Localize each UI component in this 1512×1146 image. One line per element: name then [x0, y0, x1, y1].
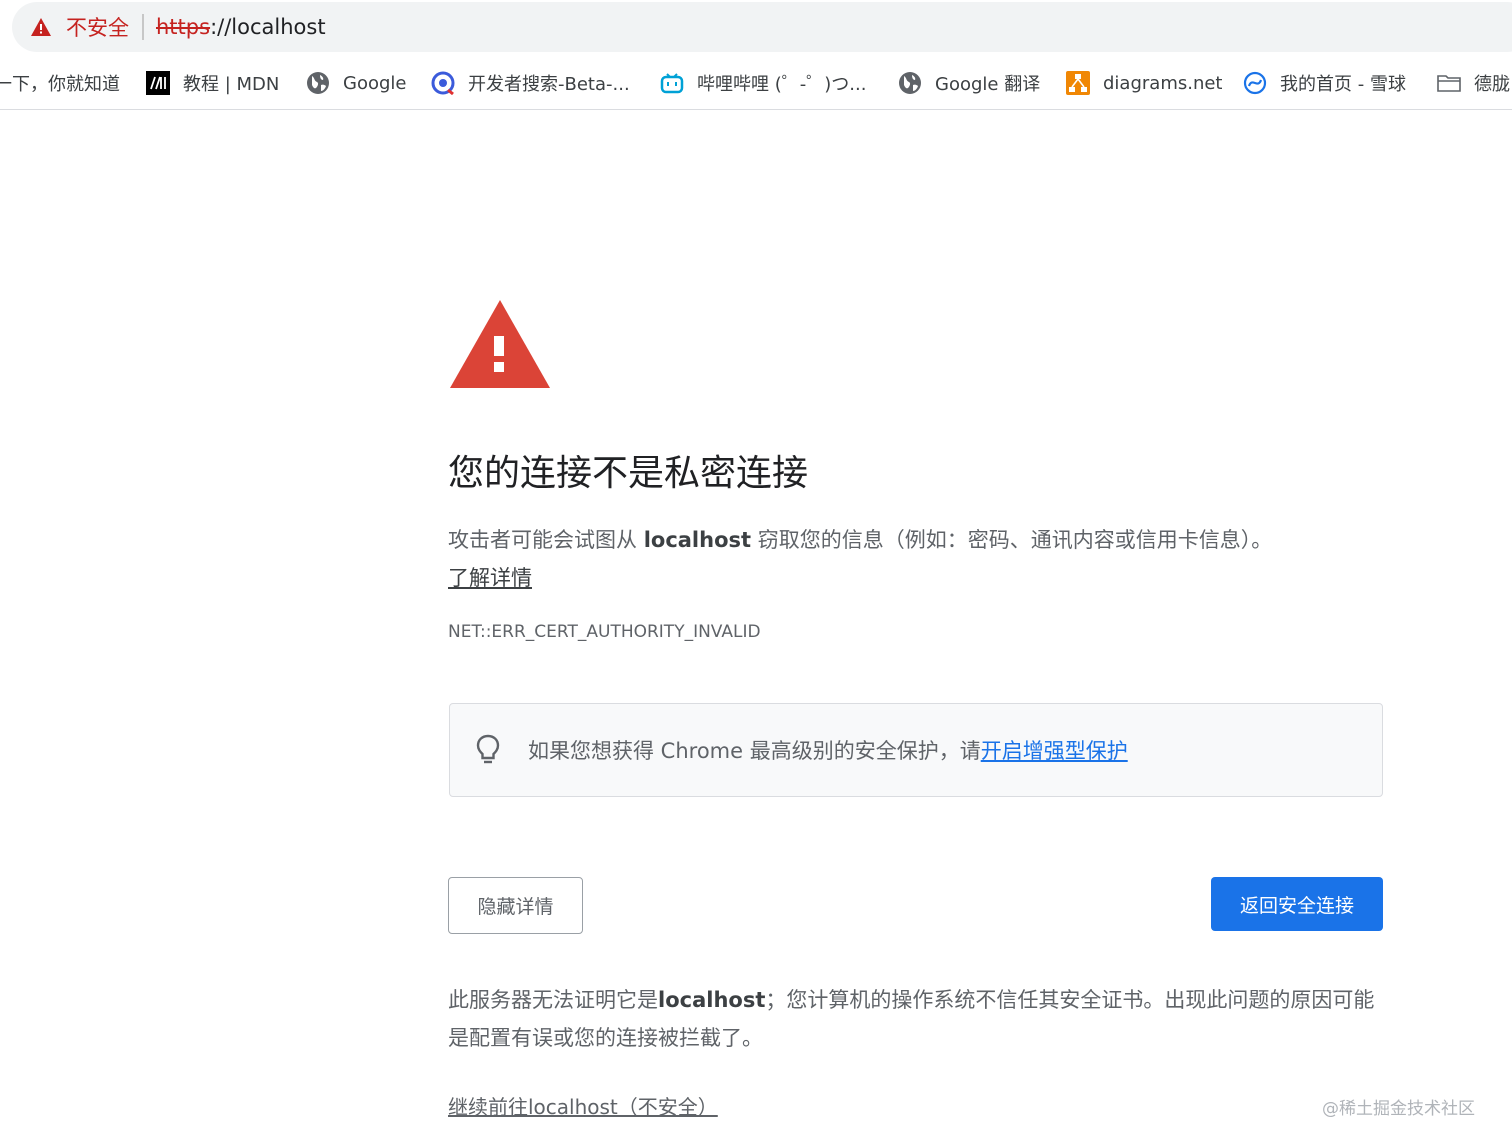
- learn-more-link[interactable]: 了解详情: [448, 566, 532, 590]
- bookmark-label: Google 翻译: [935, 74, 1041, 95]
- omnibox-divider: [142, 14, 144, 40]
- bookmark-baidu[interactable]: 一下，你就知道: [0, 68, 120, 98]
- enhanced-protection-banner: 如果您想获得 Chrome 最高级别的安全保护，请开启增强型保护: [449, 703, 1383, 797]
- dev-search-icon: [431, 71, 455, 95]
- lightbulb-icon: [476, 734, 500, 764]
- back-to-safety-button[interactable]: 返回安全连接: [1211, 877, 1383, 931]
- diagrams-icon: [1066, 71, 1090, 95]
- url-host: ://localhost: [210, 15, 326, 39]
- message-text: 攻击者可能会试图从: [448, 528, 644, 552]
- bookmark-diagrams[interactable]: diagrams.net: [1066, 68, 1223, 98]
- details-explanation: 此服务器无法证明它是localhost；您计算机的操作系统不信任其安全证书。出现…: [448, 981, 1388, 1057]
- browser-toolbar: 不安全 https://localhost: [0, 0, 1512, 58]
- bookmark-folder[interactable]: 德胧: [1437, 68, 1510, 98]
- message-host: localhost: [643, 528, 752, 552]
- bookmarks-bar: 一下，你就知道 教程 | MDN Google 开发者搜索-Beta-... 哔…: [0, 58, 1512, 110]
- error-code: NET::ERR_CERT_AUTHORITY_INVALID: [448, 622, 761, 642]
- bookmark-dev-search[interactable]: 开发者搜索-Beta-...: [431, 68, 630, 98]
- bookmark-label: 一下，你就知道: [0, 74, 120, 95]
- bookmark-mdn[interactable]: 教程 | MDN: [146, 68, 279, 98]
- proceed-unsafe-link[interactable]: 继续前往localhost（不安全）: [448, 1091, 718, 1120]
- hide-details-button[interactable]: 隐藏详情: [448, 877, 583, 934]
- globe-icon: [307, 72, 329, 94]
- xueqiu-icon: [1243, 71, 1267, 95]
- bilibili-icon: [660, 73, 684, 94]
- enable-enhanced-protection-link[interactable]: 开启增强型保护: [981, 739, 1128, 763]
- bookmark-label: 教程 | MDN: [183, 74, 280, 95]
- main-message: 攻击者可能会试图从 localhost 窃取您的信息（例如：密码、通讯内容或信用…: [448, 521, 1388, 597]
- bookmark-xueqiu[interactable]: 我的首页 - 雪球: [1243, 68, 1406, 98]
- bookmark-label: diagrams.net: [1103, 72, 1223, 94]
- message-text: 窃取您的信息（例如：密码、通讯内容或信用卡信息）。: [751, 528, 1273, 552]
- bookmark-bilibili[interactable]: 哔哩哔哩 (゜-゜)つ...: [660, 68, 866, 98]
- details-host: localhost: [658, 988, 766, 1012]
- page-title: 您的连接不是私密连接: [448, 453, 809, 494]
- bookmark-google[interactable]: Google: [306, 68, 406, 98]
- watermark: @稀土掘金技术社区: [1322, 1099, 1475, 1119]
- bookmark-label: Google: [343, 72, 407, 94]
- security-status-label[interactable]: 不安全: [66, 12, 129, 42]
- folder-icon: [1437, 75, 1461, 92]
- url-scheme: https: [156, 15, 211, 39]
- bookmark-label: 开发者搜索-Beta-...: [468, 74, 630, 95]
- details-text: 此服务器无法证明它是: [448, 988, 658, 1012]
- warning-triangle-icon[interactable]: [30, 17, 52, 37]
- bookmark-label: 德胧: [1474, 74, 1510, 95]
- mdn-logo-icon: [146, 71, 170, 95]
- url-text[interactable]: https://localhost: [156, 15, 326, 39]
- bookmark-label: 我的首页 - 雪球: [1280, 74, 1406, 95]
- danger-triangle-icon: [450, 300, 550, 388]
- globe-icon: [899, 72, 921, 94]
- bookmark-label: 哔哩哔哩 (゜-゜)つ...: [697, 74, 867, 95]
- enhanced-protection-text: 如果您想获得 Chrome 最高级别的安全保护，请开启增强型保护: [528, 735, 1128, 765]
- bookmark-google-translate[interactable]: Google 翻译: [898, 68, 1040, 98]
- omnibox[interactable]: 不安全 https://localhost: [12, 2, 1512, 52]
- enhanced-text: 如果您想获得 Chrome 最高级别的安全保护，请: [528, 739, 981, 763]
